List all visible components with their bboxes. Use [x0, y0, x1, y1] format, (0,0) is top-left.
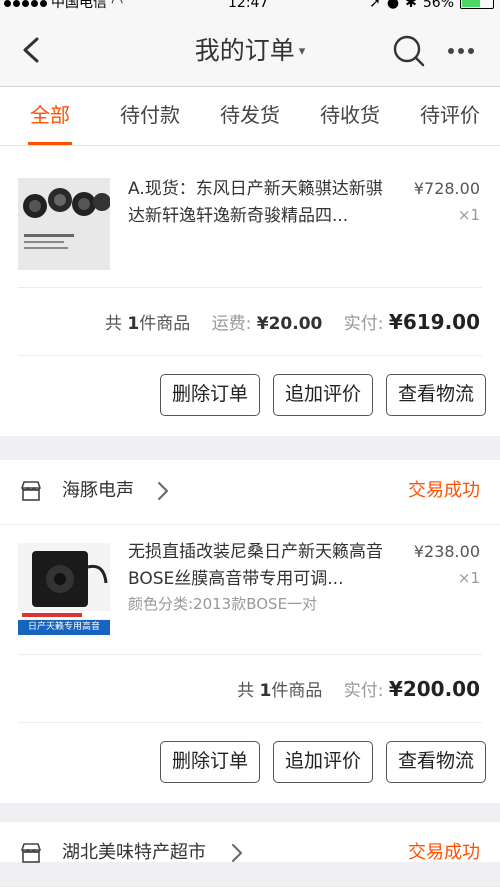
shipping-fee: ¥20.00: [256, 314, 323, 334]
page-title-text: 我的订单: [194, 36, 295, 65]
item-count-prefix: 共: [104, 314, 122, 334]
battery-percent: 56%: [422, 0, 454, 11]
product-quantity: ×1: [457, 569, 480, 587]
speaker-image: [18, 178, 110, 270]
wifi-icon: ◠: [111, 0, 124, 11]
status-bar: 中国电信 ◠ 12:47 ➚ ● ✱ 56%: [0, 0, 500, 14]
shop-name: 海豚电声: [62, 480, 134, 501]
status-left: 中国电信 ◠: [4, 0, 123, 10]
order-status: 交易成功: [408, 842, 480, 863]
order-card: 湖北美味特产超市 交易成功: [0, 822, 500, 887]
paid-amount: ¥619.00: [388, 310, 480, 334]
add-review-button[interactable]: 追加评价: [272, 741, 373, 783]
product-quantity: ×1: [457, 206, 480, 224]
product-thumbnail[interactable]: 日产天籁专用高音: [18, 543, 110, 635]
divider: [18, 722, 482, 723]
divider: [18, 355, 482, 356]
tab-pending-shipment[interactable]: 待发货: [200, 87, 300, 145]
delete-order-button[interactable]: 删除订单: [159, 741, 260, 783]
order-summary: 共 1件商品 运费: ¥20.00 实付: ¥619.00: [105, 307, 480, 339]
paid-label: 实付:: [343, 681, 384, 701]
order-item[interactable]: A.现货：东风日产新天籁骐达新骐达新轩逸轩逸新奇骏精品四... ¥728.00 …: [0, 162, 500, 290]
alarm-icon: ●: [386, 0, 400, 11]
chevron-right-icon: [232, 844, 242, 862]
order-tabs: 全部 待付款 待发货 待收货 待评价: [0, 87, 500, 146]
paid-amount: ¥200.00: [388, 677, 480, 701]
tab-pending-receipt[interactable]: 待收货: [300, 87, 400, 145]
order-summary: 共 1件商品 实付: ¥200.00: [237, 674, 480, 706]
order-card: A.现货：东风日产新天籁骐达新骐达新轩逸轩逸新奇骏精品四... ¥728.00 …: [0, 146, 500, 436]
signal-icon: [4, 0, 47, 7]
add-review-button[interactable]: 追加评价: [272, 374, 373, 416]
divider: [18, 654, 482, 655]
chevron-down-icon: ▾: [298, 44, 306, 59]
paid-label: 实付:: [343, 314, 384, 334]
tab-pending-review[interactable]: 待评价: [400, 87, 500, 145]
product-price: ¥728.00: [413, 179, 480, 198]
search-icon[interactable]: [392, 34, 426, 68]
product-spec: 颜色分类:2013款BOSE一对: [128, 595, 318, 613]
product-title[interactable]: A.现货：东风日产新天籁骐达新骐达新轩逸轩逸新奇骏精品四...: [128, 176, 398, 230]
battery-icon: [460, 0, 494, 9]
tab-pending-payment[interactable]: 待付款: [100, 87, 200, 145]
chevron-right-icon: [158, 482, 168, 500]
thumbnail-caption: 日产天籁专用高音: [27, 622, 100, 632]
shop-header[interactable]: 湖北美味特产超市 交易成功: [0, 822, 500, 887]
carrier: 中国电信: [51, 0, 107, 11]
item-count-suffix: 件商品: [139, 314, 191, 334]
nav-bar: 我的订单 ▾: [0, 14, 500, 87]
store-icon: [21, 481, 41, 501]
divider: [18, 287, 482, 288]
status-right: ➚ ● ✱ 56%: [369, 0, 494, 10]
store-icon: [21, 843, 41, 863]
order-status: 交易成功: [408, 480, 480, 501]
item-count-prefix: 共: [237, 681, 255, 701]
item-count: 1: [127, 314, 140, 334]
view-logistics-button[interactable]: 查看物流: [385, 374, 486, 416]
shipping-label: 运费:: [211, 314, 252, 334]
view-logistics-button[interactable]: 查看物流: [385, 741, 486, 783]
bluetooth-icon: ✱: [405, 0, 417, 11]
shop-name: 湖北美味特产超市: [62, 842, 206, 863]
product-price: ¥238.00: [413, 542, 480, 561]
order-actions: 删除订单 追加评价 查看物流: [159, 374, 486, 416]
item-count-suffix: 件商品: [271, 681, 323, 701]
order-item[interactable]: 日产天籁专用高音 无损直插改装尼桑日产新天籁高音BOSE丝膜高音带专用可调...…: [0, 525, 500, 653]
delete-order-button[interactable]: 删除订单: [159, 374, 260, 416]
status-time: 12:47: [228, 0, 269, 11]
item-count: 1: [259, 681, 272, 701]
product-title[interactable]: 无损直插改装尼桑日产新天籁高音BOSE丝膜高音带专用可调...: [128, 539, 398, 593]
tab-all[interactable]: 全部: [0, 87, 100, 145]
order-actions: 删除订单 追加评价 查看物流: [159, 741, 486, 783]
shop-header[interactable]: 海豚电声 交易成功: [0, 460, 500, 525]
more-icon[interactable]: [448, 48, 474, 54]
product-thumbnail[interactable]: [18, 178, 110, 270]
order-card: 海豚电声 交易成功 日产天籁专用高音 无损直插改装尼桑日产新天籁高音BOSE丝膜…: [0, 460, 500, 803]
location-icon: ➚: [369, 0, 381, 11]
